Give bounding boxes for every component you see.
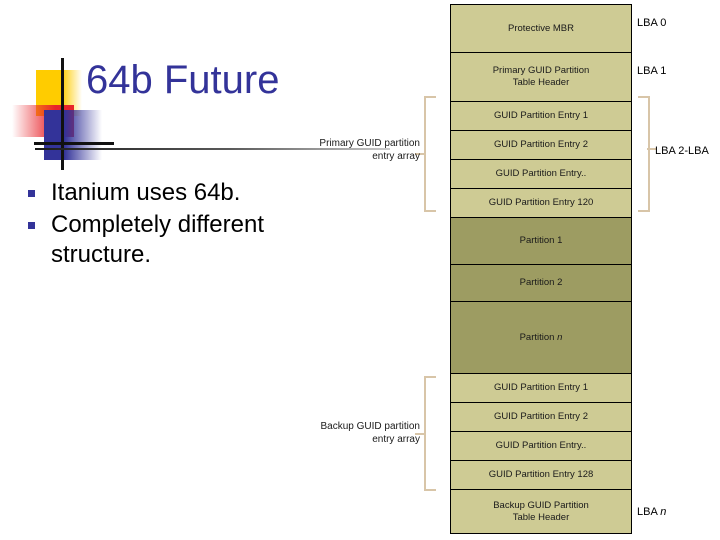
bullet-text: Completely different structure.: [51, 211, 264, 268]
block-label-prefix: Partition: [519, 331, 558, 343]
block-label-suffix: n: [557, 331, 563, 343]
block-primary-gpt-header: Primary GUID Partition Table Header: [450, 52, 632, 101]
block-primary-entry-1: GUID Partition Entry 1: [450, 101, 632, 130]
block-label-line2: Table Header: [512, 511, 570, 523]
block-label: Protective MBR: [508, 22, 574, 34]
lba-label-n-prefix: LBA: [637, 506, 661, 518]
block-protective-mbr: Protective MBR: [450, 4, 632, 52]
block-label-line1: Primary GUID Partition: [492, 65, 590, 76]
backup-array-callout-label: Backup GUID partition entry array: [275, 420, 421, 446]
backup-array-callout-line2: entry array: [372, 434, 420, 445]
block-label-line2: Table Header: [512, 77, 570, 88]
lba-label-n: LBA n: [637, 506, 666, 518]
block-backup-entry-ellipsis: GUID Partition Entry..: [450, 431, 632, 460]
primary-array-bracket-right: [638, 96, 650, 212]
block-label: GUID Partition Entry 2: [494, 411, 588, 422]
primary-array-callout-label: Primary GUID partition entry array: [275, 137, 420, 163]
lba-label-0: LBA 0: [637, 17, 667, 29]
block-label: Partition 2: [519, 277, 563, 288]
bullet-list: Itanium uses 64b. Completely different s…: [28, 178, 328, 272]
block-label: GUID Partition Entry 1: [494, 110, 588, 121]
decoration-vertical-line: [61, 58, 64, 170]
square-bullet-icon: [28, 222, 35, 229]
decoration-blue-square: [44, 110, 102, 160]
block-primary-entry-ellipsis: GUID Partition Entry..: [450, 159, 632, 188]
backup-array-callout-line1: Backup GUID partition: [320, 421, 421, 432]
block-partition-2: Partition 2: [450, 264, 632, 301]
block-backup-entry-last: GUID Partition Entry 128: [450, 460, 632, 489]
block-label: GUID Partition Entry..: [495, 168, 587, 179]
list-item: Itanium uses 64b.: [28, 178, 328, 208]
lba-label-range: LBA 2-LBA: [655, 145, 709, 157]
disk-layout-diagram: Protective MBR Primary GUID Partition Ta…: [450, 4, 632, 534]
backup-array-bracket-left: [424, 376, 436, 491]
block-backup-gpt-header: Backup GUID Partition Table Header: [450, 489, 632, 534]
block-primary-entry-last: GUID Partition Entry 120: [450, 188, 632, 217]
block-label: GUID Partition Entry 120: [488, 197, 594, 208]
block-label-line1: Backup GUID Partition: [493, 499, 589, 511]
lba-label-n-suffix: n: [660, 506, 667, 518]
block-partition-1: Partition 1: [450, 217, 632, 264]
bullet-text: Itanium uses 64b.: [51, 179, 241, 206]
block-partition-n: Partition n: [450, 301, 632, 373]
block-label: GUID Partition Entry 128: [488, 469, 594, 480]
primary-array-callout-line1: Primary GUID partition: [319, 138, 420, 149]
block-backup-entry-2: GUID Partition Entry 2: [450, 402, 632, 431]
block-label: Partition 1: [519, 235, 563, 246]
block-label: GUID Partition Entry 1: [494, 382, 588, 393]
block-primary-entry-2: GUID Partition Entry 2: [450, 130, 632, 159]
lba-label-1: LBA 1: [637, 65, 667, 77]
block-label: Partition n: [520, 332, 563, 344]
block-label: GUID Partition Entry 2: [494, 139, 588, 150]
primary-array-bracket-left: [424, 96, 436, 212]
decoration-horizontal-line: [34, 142, 114, 145]
block-backup-entry-1: GUID Partition Entry 1: [450, 373, 632, 402]
primary-array-callout-line2: entry array: [372, 151, 420, 162]
square-bullet-icon: [28, 190, 35, 197]
list-item: Completely different structure.: [28, 210, 328, 270]
page-title: 64b Future: [86, 58, 280, 102]
block-label: GUID Partition Entry..: [495, 440, 587, 451]
